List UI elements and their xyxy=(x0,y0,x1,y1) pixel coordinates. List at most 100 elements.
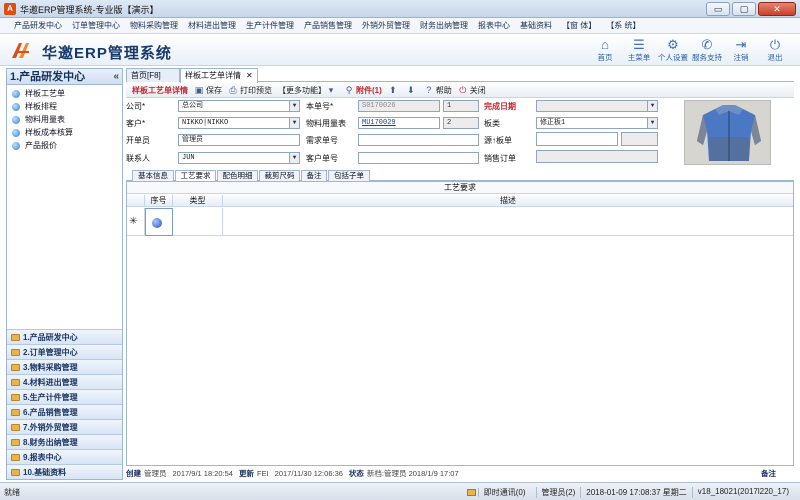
close-window-button[interactable]: ✕ xyxy=(758,2,796,16)
menu-item[interactable]: 产品研发中心 xyxy=(14,20,62,31)
main-menubar: 产品研发中心 订单管理中心 物料采购管理 材料进出管理 生产计件管理 产品销售管… xyxy=(0,18,800,34)
arrow-up-icon: ⬆ xyxy=(389,84,397,95)
home-button[interactable]: ⌂ 首页 xyxy=(588,38,622,63)
menu-item[interactable]: 物料采购管理 xyxy=(130,20,178,31)
source-field[interactable] xyxy=(536,132,618,146)
document-form: 公司* 总公司 ▼ 客户* NIKKO|NIKKO ▼ 开单员 管理员 联系人 JU… xyxy=(126,99,676,169)
menu-item[interactable]: 基础资料 xyxy=(520,20,552,31)
save-button[interactable]: ▣ 保存 xyxy=(194,85,222,96)
customer-select[interactable]: NIKKO|NIKKO ▼ xyxy=(178,117,300,129)
subtab-label: 工艺要求 xyxy=(180,171,211,180)
nav-group-sales[interactable]: 6.产品销售管理 xyxy=(7,404,122,419)
instant-message-button[interactable]: 即时通讯(0) xyxy=(462,487,536,498)
sidebar-item-sample-process[interactable]: 样板工艺单 xyxy=(7,87,122,100)
column-header-seq[interactable]: 序号 xyxy=(145,195,173,207)
maximize-button[interactable]: ▢ xyxy=(732,2,756,16)
close-document-button[interactable]: ⏻ 关闭 xyxy=(458,85,486,96)
power-icon: ⏻ xyxy=(769,37,781,52)
nav-group-export[interactable]: 7.外销外贸管理 xyxy=(7,419,122,434)
tab-sample-process-detail[interactable]: 样板工艺单详情 ✕ xyxy=(180,68,258,83)
exit-button[interactable]: ⏻ 退出 xyxy=(758,38,792,63)
bom-link-field[interactable]: MU170029 xyxy=(358,117,440,129)
column-header-type[interactable]: 类型 xyxy=(173,195,223,207)
nav-group-purchasing[interactable]: 3.物料采购管理 xyxy=(7,359,122,374)
cust-no-field[interactable] xyxy=(358,152,479,164)
column-header-description[interactable]: 描述 xyxy=(223,195,793,207)
help-icon: ? xyxy=(426,85,432,95)
sidebar-item-product-quote[interactable]: 产品报价 xyxy=(7,139,122,152)
cursor-icon xyxy=(152,218,162,228)
save-icon: ▣ xyxy=(194,84,204,95)
menu-item[interactable]: 【窗 体】 xyxy=(562,20,596,31)
more-functions-button[interactable]: 【更多功能】 ▾ xyxy=(278,85,338,96)
menu-item[interactable]: 外销外贸管理 xyxy=(362,20,410,31)
bom-value: MU170029 xyxy=(362,119,396,127)
sidebar-item-sample-schedule[interactable]: 样板排程 xyxy=(7,100,122,113)
nav-group-label: 1.产品研发中心 xyxy=(23,333,78,342)
menu-item[interactable]: 财务出纳管理 xyxy=(420,20,468,31)
subtab-cut-sizes[interactable]: 裁剪尺码 xyxy=(259,170,300,181)
collapse-sidebar-button[interactable]: « xyxy=(113,69,119,85)
menu-item[interactable]: 材料进出管理 xyxy=(188,20,236,31)
cust-no-label: 客户单号 xyxy=(306,154,338,163)
minimize-button[interactable]: ▭ xyxy=(706,2,730,16)
nav-group-orders[interactable]: 2.订单管理中心 xyxy=(7,344,122,359)
logout-icon: ⇥ xyxy=(735,37,747,52)
close-tab-icon[interactable]: ✕ xyxy=(246,71,253,80)
subtab-basic-info[interactable]: 基本信息 xyxy=(132,170,174,181)
bom-seq-field: 2 xyxy=(443,117,479,129)
subtab-color-details[interactable]: 配色明细 xyxy=(217,170,258,181)
main-menu-button[interactable]: ☰ 主菜单 xyxy=(622,38,656,63)
updated-at: 2017/11/30 12:06:36 xyxy=(274,469,343,478)
nav-group-finance[interactable]: 8.财务出纳管理 xyxy=(7,434,122,449)
nav-group-materials[interactable]: 4.材料进出管理 xyxy=(7,374,122,389)
folder-icon xyxy=(11,424,20,431)
sidebar-item-sample-cost[interactable]: 样板成本核算 xyxy=(7,126,122,139)
more-functions-label: 【更多功能】 xyxy=(278,85,326,95)
contact-select[interactable]: JUN ▼ xyxy=(178,152,300,164)
developer-field[interactable]: 管理员 xyxy=(178,134,300,146)
subtab-notes[interactable]: 备注 xyxy=(301,170,327,181)
menu-list-icon: ☰ xyxy=(633,37,645,52)
bullet-icon xyxy=(12,142,20,150)
menu-item[interactable]: 报表中心 xyxy=(478,20,510,31)
board-select[interactable]: 修正板1 ▼ xyxy=(536,117,658,129)
main-menu-label: 主菜单 xyxy=(627,53,651,62)
notes-link[interactable]: 备注 xyxy=(761,468,776,479)
tab-home[interactable]: 首页[F8] xyxy=(126,68,180,82)
source-extra-field xyxy=(621,132,658,146)
nav-group-base-data[interactable]: 10.基础资料 xyxy=(7,464,122,479)
table-row[interactable]: ✳ xyxy=(127,208,793,236)
demand-no-field[interactable] xyxy=(358,134,479,146)
nav-group-production[interactable]: 5.生产计件管理 xyxy=(7,389,122,404)
folder-icon xyxy=(11,379,20,386)
nav-group-rd[interactable]: 1.产品研发中心 xyxy=(7,329,122,344)
nav-group-reports[interactable]: 9.报表中心 xyxy=(7,449,122,464)
menu-item[interactable]: 产品销售管理 xyxy=(304,20,352,31)
move-up-button[interactable]: ⬆ xyxy=(388,85,400,96)
finish-date-field[interactable]: ▼ xyxy=(536,100,658,112)
print-preview-button[interactable]: ⎙ 打印预览 xyxy=(228,85,272,96)
menu-item[interactable]: 订单管理中心 xyxy=(72,20,120,31)
subtab-process-requirements[interactable]: 工艺要求 xyxy=(175,170,216,181)
subtab-sub-orders[interactable]: 包括子单 xyxy=(328,170,370,181)
move-down-button[interactable]: ⬇ xyxy=(406,85,418,96)
bom-label: 物料用量表 xyxy=(306,119,346,128)
company-select[interactable]: 总公司 ▼ xyxy=(178,100,300,112)
tab-label: 首页[F8] xyxy=(131,71,161,80)
sales-order-field xyxy=(536,150,658,163)
logout-button[interactable]: ⇥ 注销 xyxy=(724,38,758,63)
nav-group-label: 6.产品销售管理 xyxy=(23,408,78,417)
menu-item[interactable]: 【系 统】 xyxy=(606,20,640,31)
settings-button[interactable]: ⚙ 个人设置 xyxy=(656,38,690,63)
support-button[interactable]: ✆ 服务支持 xyxy=(690,38,724,63)
cell-type[interactable] xyxy=(173,208,223,236)
attachments-button[interactable]: ⚲ 附件(1) xyxy=(344,85,382,96)
menu-item[interactable]: 生产计件管理 xyxy=(246,20,294,31)
cell-description[interactable] xyxy=(223,208,793,236)
sidebar-item-material-usage[interactable]: 物料用量表 xyxy=(7,113,122,126)
nav-group-label: 9.报表中心 xyxy=(23,453,62,462)
process-requirements-grid: 工艺要求 序号 类型 描述 ✳ xyxy=(126,181,794,466)
arrow-down-icon: ⬇ xyxy=(407,84,415,95)
help-button[interactable]: ? 帮助 xyxy=(424,85,452,96)
